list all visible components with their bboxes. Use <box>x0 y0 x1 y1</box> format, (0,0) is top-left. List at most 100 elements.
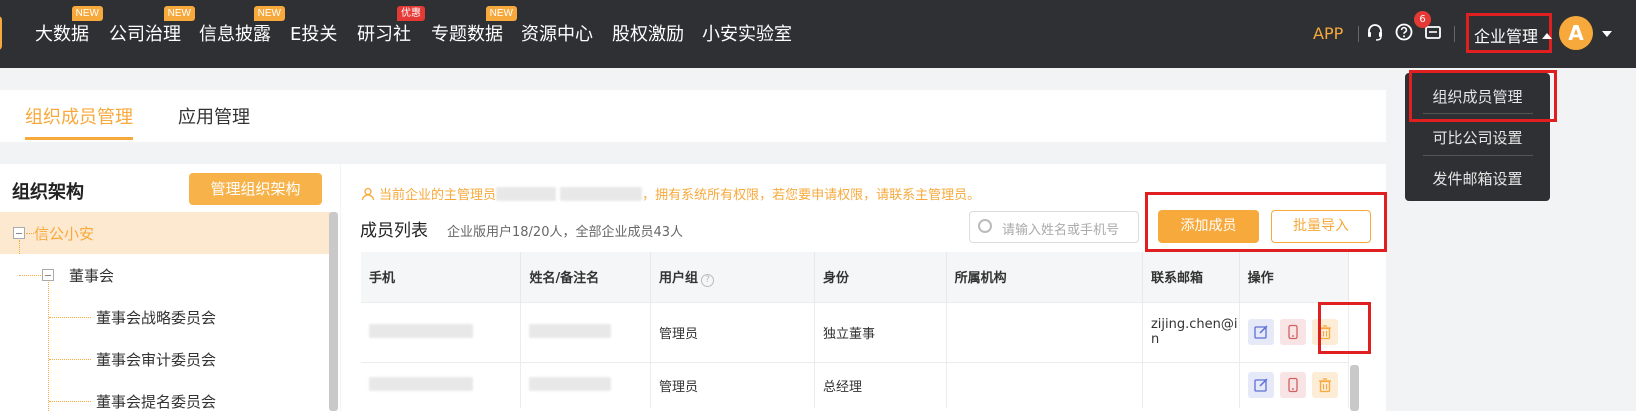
email-cell: zijing.chen@i n <box>1142 301 1240 362</box>
highlight-box <box>1145 192 1387 252</box>
tab-app-management[interactable]: 应用管理 <box>178 103 250 129</box>
org-cell <box>946 301 1143 362</box>
nav-item-equity[interactable]: 股权激励 <box>612 20 684 46</box>
scrollbar[interactable] <box>1350 365 1359 411</box>
column-header-organization: 所属机构 <box>946 252 1143 302</box>
new-badge: NEW <box>71 6 103 21</box>
nav-label: 研习社 <box>357 24 411 45</box>
member-list-title: 成员列表 <box>360 221 428 241</box>
phone-icon <box>1288 378 1298 393</box>
phone-cell <box>361 301 522 362</box>
top-navbar: 大数据 NEW 公司治理 NEW 信息披露 NEW E投关 研习社 优惠 专题数… <box>0 0 1636 68</box>
tree-connector <box>19 240 20 254</box>
tree-connector <box>49 359 91 360</box>
notification-badge: 6 <box>1414 11 1431 28</box>
tree-node-board[interactable]: 董事会 <box>0 254 330 296</box>
column-header-phone: 手机 <box>361 252 522 302</box>
user-icon <box>361 187 375 201</box>
column-header-name: 姓名/备注名 <box>520 252 651 302</box>
tree-connector <box>26 233 34 234</box>
discount-badge: 优惠 <box>397 6 425 21</box>
table-row: 管理员 独立董事 zijing.chen@i n <box>361 301 1350 362</box>
nav-item-resources[interactable]: 资源中心 <box>521 20 593 46</box>
menu-item-comparable-companies[interactable]: 可比公司设置 <box>1405 127 1550 148</box>
tabs-bar: 组织成员管理 应用管理 <box>0 90 1386 142</box>
trash-icon <box>1318 378 1331 393</box>
member-count: 企业版用户18/20人，全部企业成员43人 <box>447 225 684 240</box>
nav-item-disclosure[interactable]: 信息披露 NEW <box>199 6 285 46</box>
phone-cell <box>361 361 522 408</box>
admin-notice: 当前企业的主管理员 ，拥有系统所有权限，若您要申请权限，请联系主管理员。 <box>361 184 980 203</box>
nav-item-e-ir[interactable]: E投关 <box>290 20 337 46</box>
name-cell <box>520 361 651 408</box>
search-icon <box>978 219 992 233</box>
menu-item-sender-email[interactable]: 发件邮箱设置 <box>1405 168 1550 189</box>
highlight-box <box>1409 70 1557 122</box>
new-badge: NEW <box>485 6 517 21</box>
nav-item-big-data[interactable]: 大数据 NEW <box>35 6 103 46</box>
table-row: 管理员 总经理 <box>361 361 1350 408</box>
redacted-phone <box>560 187 643 201</box>
column-header-label: 用户组 <box>659 270 699 286</box>
nav-item-study[interactable]: 研习社 优惠 <box>357 6 425 46</box>
tree-node-nomination-committee[interactable]: 董事会提名委员会 <box>0 380 330 411</box>
collapse-icon[interactable] <box>13 227 25 239</box>
active-tab-indicator <box>25 137 133 140</box>
device-button[interactable] <box>1279 319 1306 345</box>
divider <box>1358 26 1359 42</box>
nav-item-lab[interactable]: 小安实验室 <box>702 20 792 46</box>
scrollbar[interactable] <box>329 212 338 411</box>
enterprise-management-button[interactable]: 企业管理 <box>1466 13 1553 53</box>
headset-icon[interactable] <box>1365 22 1387 44</box>
tree-label: 董事会审计委员会 <box>96 351 217 369</box>
device-button[interactable] <box>1279 372 1306 399</box>
panel-title: 组织架构 <box>12 182 84 203</box>
nav-label: 专题数据 <box>431 24 503 45</box>
notice-prefix: 当前企业的主管理员 <box>379 188 497 203</box>
email-line: n <box>1150 332 1160 347</box>
chevron-down-icon[interactable] <box>1602 31 1612 37</box>
redacted-phone <box>369 377 473 392</box>
logo[interactable] <box>0 16 2 50</box>
tree-node-audit-committee[interactable]: 董事会审计委员会 <box>0 338 330 380</box>
caret-up-icon <box>1542 33 1553 39</box>
help-icon[interactable] <box>1394 22 1416 44</box>
identity-cell: 独立董事 <box>814 301 947 362</box>
nav-label: 大数据 <box>35 24 89 45</box>
nav-label: 股权激励 <box>612 24 684 45</box>
tree-node-strategy-committee[interactable]: 董事会战略委员会 <box>0 296 330 338</box>
phone-icon <box>1288 324 1298 340</box>
tab-member-management[interactable]: 组织成员管理 <box>25 103 133 129</box>
divider <box>1423 155 1533 156</box>
tree-connector <box>49 317 91 318</box>
table-header-row: 手机 姓名/备注名 用户组? 身份 所属机构 联系邮箱 操作 <box>361 252 1350 302</box>
edit-button[interactable] <box>1247 319 1274 345</box>
column-header-email: 联系邮箱 <box>1142 252 1240 302</box>
redacted-name <box>496 187 557 201</box>
search-placeholder: 请输入姓名或手机号 <box>1002 223 1120 238</box>
tree-label: 董事会 <box>69 267 115 285</box>
new-badge: NEW <box>253 6 285 21</box>
column-header-identity: 身份 <box>814 252 947 302</box>
delete-button[interactable] <box>1311 372 1338 399</box>
enterprise-label: 企业管理 <box>1474 27 1539 46</box>
tree-node-root[interactable]: 信公小安 <box>0 212 330 254</box>
help-icon[interactable]: ? <box>701 273 715 287</box>
nav-item-topic-data[interactable]: 专题数据 NEW <box>431 6 517 46</box>
collapse-icon[interactable] <box>42 269 54 281</box>
edit-button[interactable] <box>1247 372 1274 399</box>
app-link[interactable]: APP <box>1313 24 1343 43</box>
nav-item-governance[interactable]: 公司治理 NEW <box>109 6 195 46</box>
divider <box>1454 26 1455 42</box>
notice-suffix: ，拥有系统所有权限，若您要申请权限，请联系主管理员。 <box>642 188 981 203</box>
avatar[interactable]: A <box>1559 16 1593 50</box>
identity-cell: 总经理 <box>814 361 947 408</box>
search-input[interactable]: 请输入姓名或手机号 <box>969 211 1139 243</box>
manage-org-button[interactable]: 管理组织架构 <box>189 173 322 205</box>
member-table: 手机 姓名/备注名 用户组? 身份 所属机构 联系邮箱 操作 管理员 独立董事 … <box>361 252 1350 408</box>
tree-connector <box>49 401 91 402</box>
nav-label: 小安实验室 <box>702 24 792 45</box>
org-structure-panel: 组织架构 管理组织架构 信公小安 董事会 董事会战略委员会 董事会审计委员会 董… <box>0 164 340 411</box>
name-cell <box>520 301 651 362</box>
tree-label: 董事会提名委员会 <box>96 393 217 411</box>
